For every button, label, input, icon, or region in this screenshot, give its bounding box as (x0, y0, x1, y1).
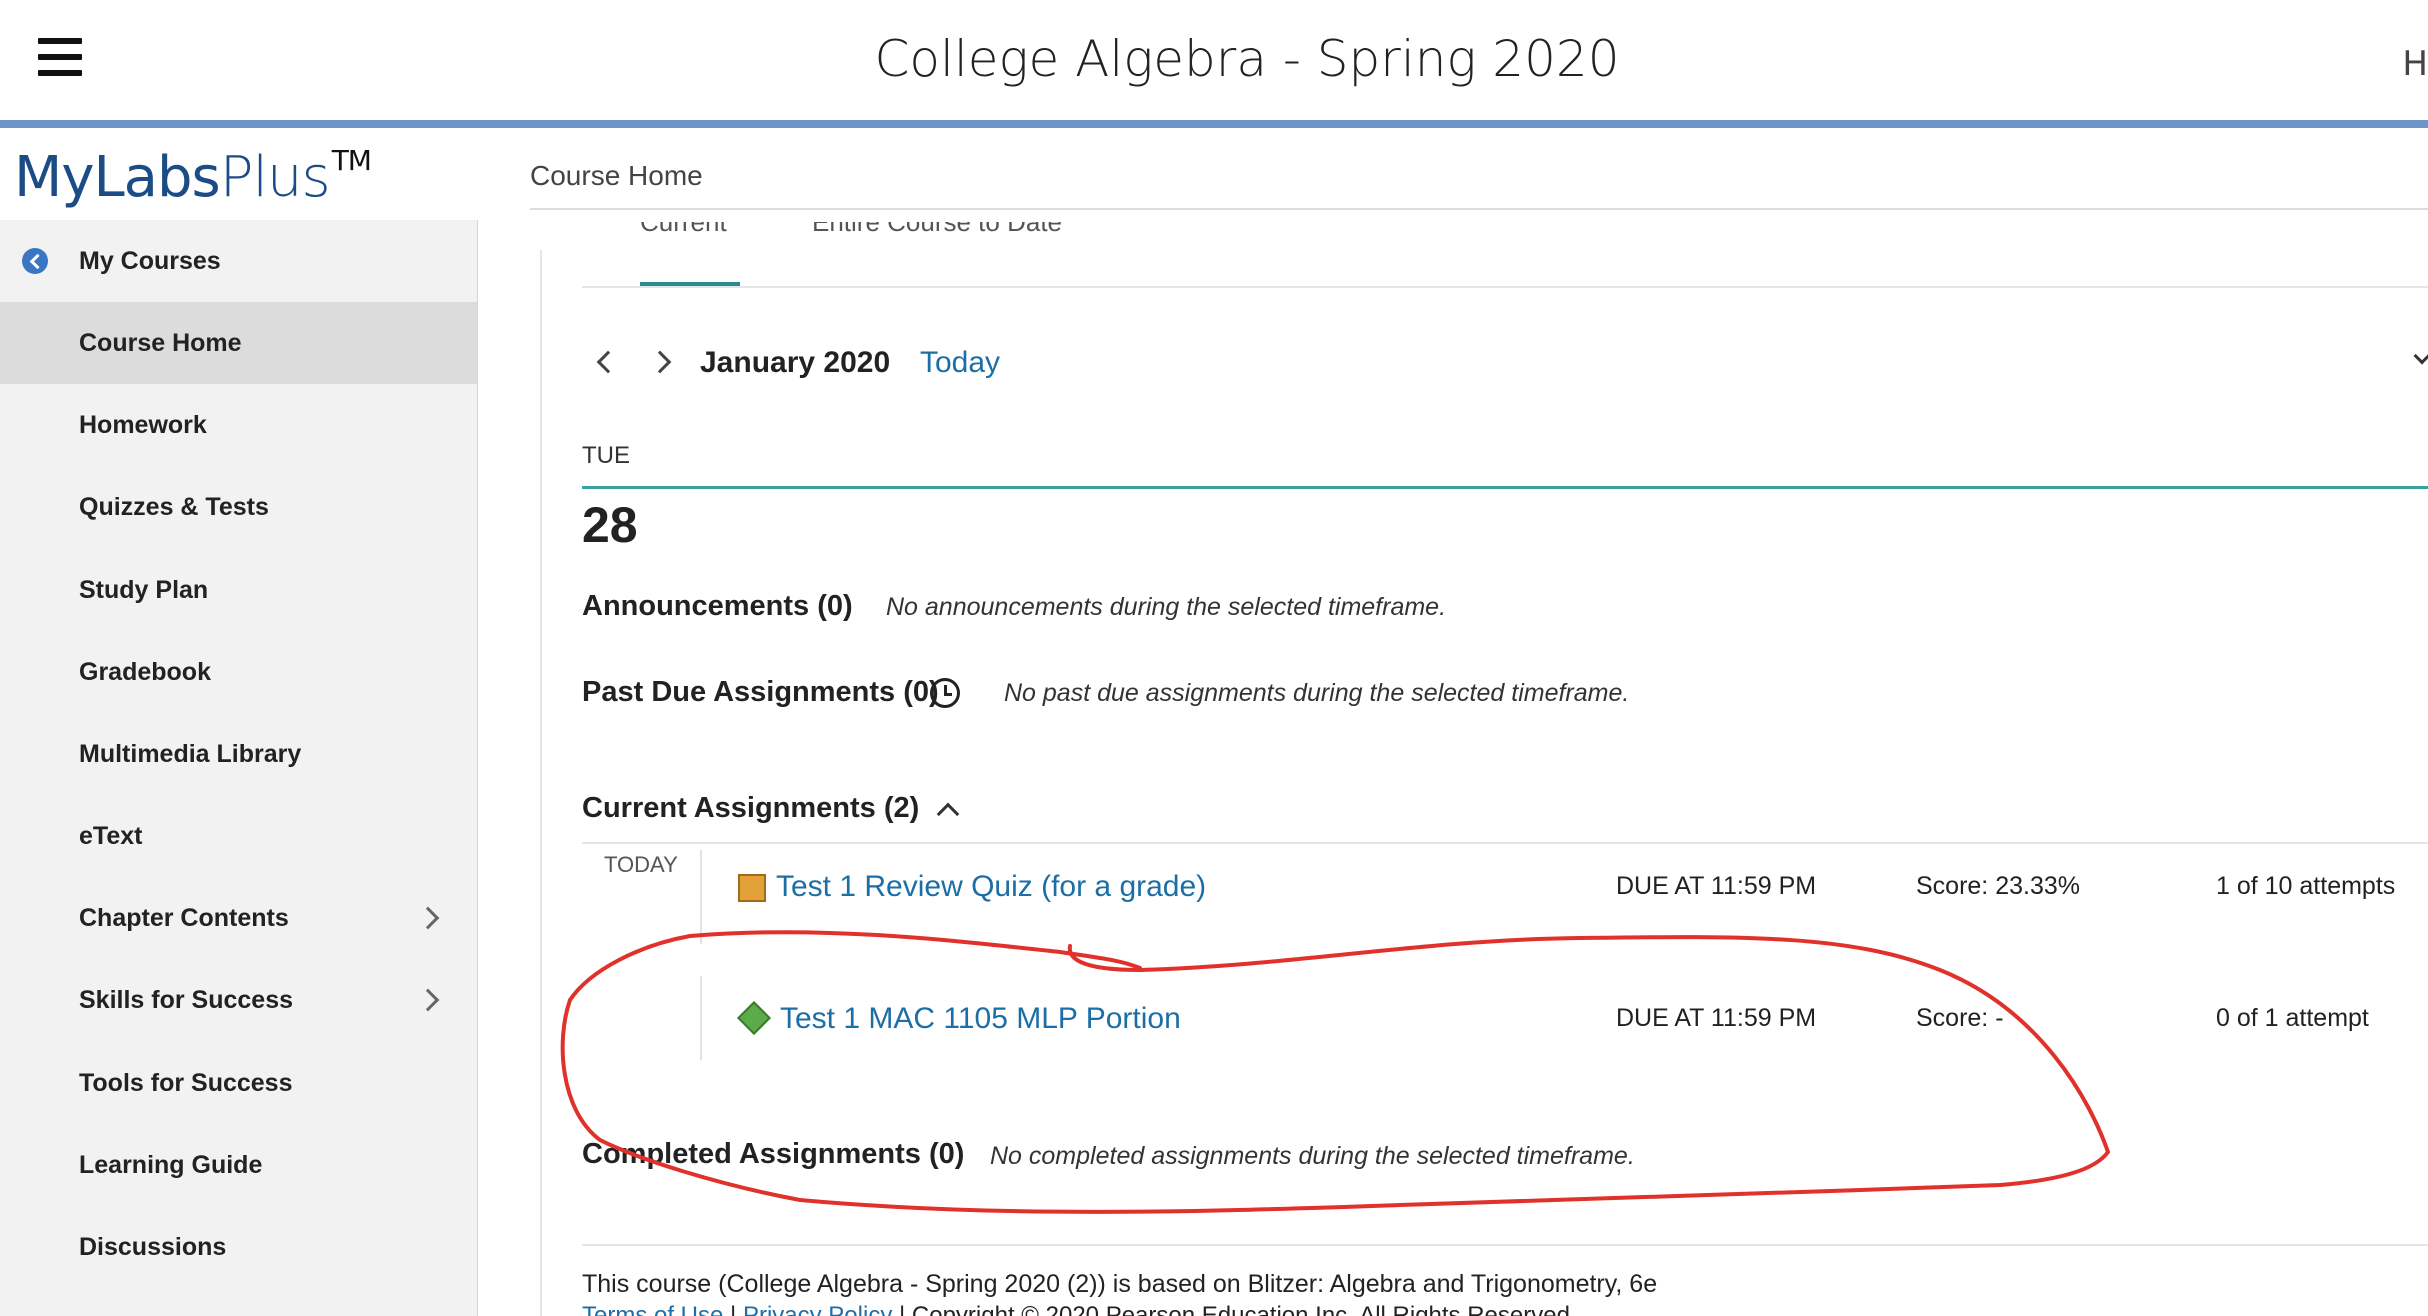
sidebar-item-label: My Courses (79, 246, 221, 275)
assignment-due: DUE AT 11:59 PM (1616, 872, 1817, 900)
mylabsplus-logo[interactable]: MyLabsPlusTM (14, 144, 372, 210)
day-name: TUE (582, 442, 630, 469)
footer-divider (582, 1244, 2428, 1246)
privacy-policy-link[interactable]: Privacy Policy (743, 1302, 892, 1316)
sidebar-item-quizzes-tests[interactable]: Quizzes & Tests (0, 466, 477, 548)
sidebar-item-label: Quizzes & Tests (79, 492, 269, 521)
next-month-icon[interactable] (648, 350, 672, 374)
sidebar-item-learning-guide[interactable]: Learning Guide (0, 1124, 477, 1206)
terms-of-use-link[interactable]: Terms of Use (582, 1302, 723, 1316)
sidebar-item-homework[interactable]: Homework (0, 384, 477, 466)
completed-assignments-heading: Completed Assignments (0) (582, 1138, 965, 1170)
course-footnote: This course (College Algebra - Spring 20… (582, 1270, 1658, 1298)
sidebar-item-label: Homework (79, 410, 207, 439)
assignment-score: Score: 23.33% (1916, 872, 2080, 900)
sidebar-item-label: Discussions (79, 1232, 227, 1261)
logo-area: MyLabsPlusTM (0, 128, 478, 220)
sidebar: MyLabsPlusTM My Courses Course Home Home… (0, 128, 478, 1316)
day-number: 28 (582, 497, 638, 553)
day-divider (582, 486, 2428, 489)
sidebar-item-etext[interactable]: eText (0, 795, 477, 877)
sidebar-item-skills-for-success[interactable]: Skills for Success (0, 959, 477, 1041)
quiz-icon (738, 874, 766, 902)
row-divider (700, 850, 702, 944)
tab-divider (582, 286, 2428, 288)
clock-icon (930, 678, 960, 708)
sidebar-item-chapter-contents[interactable]: Chapter Contents (0, 877, 477, 959)
sidebar-item-study-plan[interactable]: Study Plan (0, 549, 477, 631)
chevron-right-icon (416, 906, 440, 930)
header-divider (0, 120, 2428, 128)
sidebar-item-tools-for-success[interactable]: Tools for Success (0, 1042, 477, 1124)
logo-plus-text: Plus (219, 145, 331, 210)
tab-entire-course[interactable]: Entire Course to Date (812, 222, 1062, 244)
sidebar-item-my-courses[interactable]: My Courses (0, 220, 477, 302)
current-assignments-heading[interactable]: Current Assignments (2) (582, 792, 919, 825)
chevron-up-icon[interactable] (936, 802, 960, 826)
sidebar-item-label: Tools for Success (79, 1068, 293, 1097)
breadcrumb-divider (530, 208, 2428, 210)
chevron-down-icon[interactable] (2413, 347, 2428, 365)
row-divider (700, 976, 702, 1060)
logo-tm: TM (331, 144, 372, 177)
footer-separator: | (723, 1302, 743, 1316)
sidebar-item-label: Course Home (79, 328, 242, 357)
sidebar-item-label: Learning Guide (79, 1150, 263, 1179)
assignment-attempts: 1 of 10 attempts (2216, 872, 2396, 900)
announcements-heading: Announcements (0) (582, 590, 853, 622)
sidebar-item-label: Multimedia Library (79, 739, 302, 768)
month-label: January 2020 (700, 346, 891, 379)
past-due-heading: Past Due Assignments (0) (582, 676, 939, 708)
sidebar-item-label: Chapter Contents (79, 903, 289, 932)
completed-note: No completed assignments during the sele… (990, 1142, 1635, 1170)
sidebar-item-gradebook[interactable]: Gradebook (0, 631, 477, 713)
sidebar-item-course-home[interactable]: Course Home (0, 302, 477, 384)
sidebar-item-label: Skills for Success (79, 985, 294, 1014)
content-border (540, 250, 542, 1316)
past-due-note: No past due assignments during the selec… (1004, 679, 1630, 707)
sidebar-item-label: Study Plan (79, 575, 209, 604)
announcements-note: No announcements during the selected tim… (886, 593, 1447, 621)
assignments-divider (582, 842, 2428, 844)
copyright-text: | Copyright © 2020 Pearson Education Inc… (892, 1302, 1577, 1316)
assignment-attempts: 0 of 1 attempt (2216, 1004, 2369, 1032)
test-icon (737, 1001, 771, 1035)
footer-links: Terms of Use | Privacy Policy | Copyrigh… (582, 1302, 1577, 1316)
previous-month-icon[interactable] (596, 350, 620, 374)
chevron-right-icon (416, 988, 440, 1012)
assignment-link[interactable]: Test 1 MAC 1105 MLP Portion (780, 1002, 1181, 1036)
sidebar-item-label: Gradebook (79, 657, 211, 686)
sidebar-item-discussions[interactable]: Discussions (0, 1206, 477, 1288)
tab-current[interactable]: Current (640, 222, 727, 244)
logo-text: MyLabs (14, 145, 221, 210)
course-title: College Algebra - Spring 2020 (874, 30, 1620, 88)
back-arrow-icon (22, 248, 48, 274)
sidebar-item-label: eText (79, 821, 143, 850)
assignment-score: Score: - (1916, 1004, 2004, 1032)
header-truncated-text[interactable]: H (2402, 44, 2428, 84)
assignment-due: DUE AT 11:59 PM (1616, 1004, 1817, 1032)
today-link[interactable]: Today (920, 346, 1000, 380)
assignment-link[interactable]: Test 1 Review Quiz (for a grade) (776, 870, 1206, 904)
today-group-label: TODAY (604, 852, 678, 877)
top-header: College Algebra - Spring 2020 H (0, 0, 2428, 120)
sidebar-item-multimedia-library[interactable]: Multimedia Library (0, 713, 477, 795)
breadcrumb: Course Home (530, 160, 703, 191)
